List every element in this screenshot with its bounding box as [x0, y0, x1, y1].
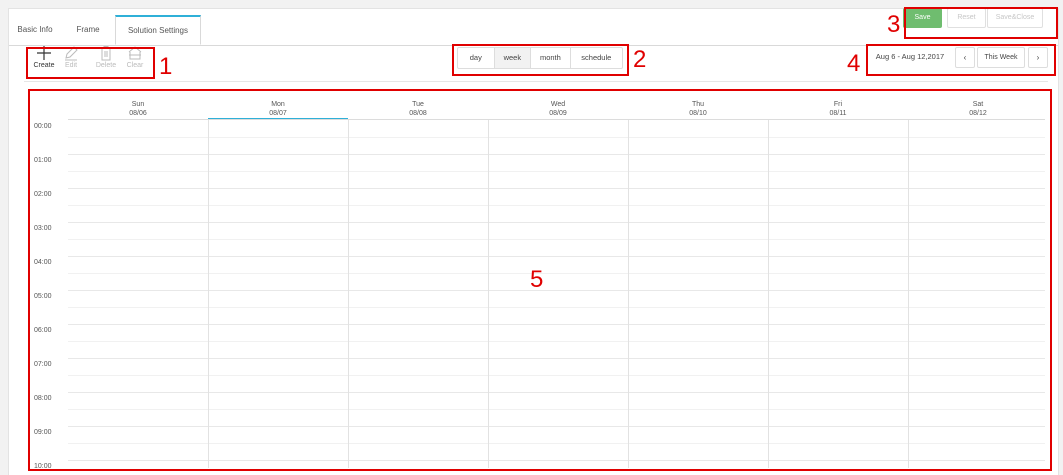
- annotation-number-1: 1: [159, 53, 173, 80]
- tab-solution-settings[interactable]: Solution Settings: [115, 15, 201, 45]
- annotation-box-4: [866, 44, 1056, 76]
- annotation-number-4: 4: [847, 50, 861, 77]
- tab-basic-info[interactable]: Basic Info: [9, 16, 61, 44]
- annotation-number-2: 2: [633, 46, 647, 73]
- annotation-box-1: [26, 47, 155, 79]
- toolbar-divider: [24, 81, 1048, 82]
- annotation-number-3: 3: [887, 11, 901, 38]
- annotation-number-5: 5: [530, 266, 544, 293]
- annotation-box-3: [904, 7, 1058, 39]
- annotation-box-2: [452, 44, 629, 76]
- tab-frame[interactable]: Frame: [61, 16, 115, 44]
- tab-bar: Basic Info Frame Solution Settings: [9, 15, 1058, 46]
